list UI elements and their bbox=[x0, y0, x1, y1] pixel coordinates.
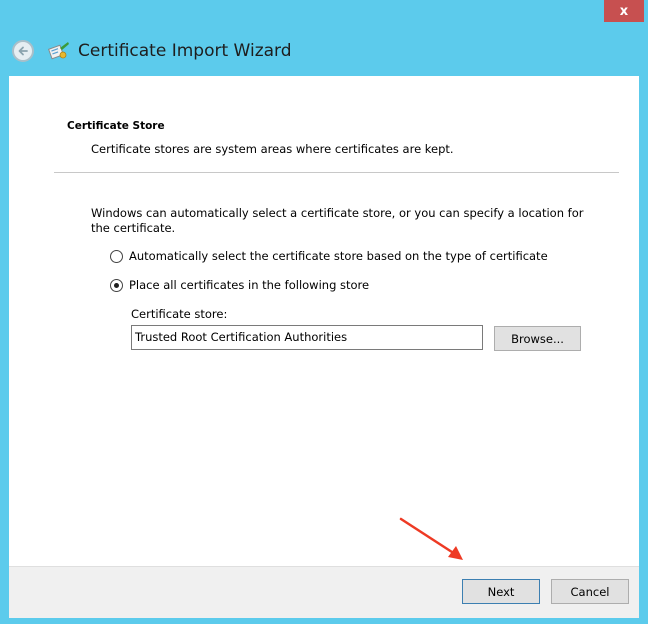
wizard-content: Certificate Store Certificate stores are… bbox=[9, 76, 639, 618]
radio-place-in-store-label: Place all certificates in the following … bbox=[129, 278, 370, 292]
radio-place-in-store[interactable]: Place all certificates in the following … bbox=[110, 278, 369, 292]
radio-button[interactable] bbox=[110, 249, 123, 263]
certificate-store-field[interactable]: Trusted Root Certification Authorities bbox=[131, 325, 483, 350]
intro-text: Windows can automatically select a certi… bbox=[91, 206, 584, 235]
browse-button[interactable]: Browse... bbox=[494, 326, 581, 351]
annotation-arrow bbox=[399, 517, 463, 560]
next-button[interactable]: Next bbox=[462, 579, 540, 604]
certificate-store-label: Certificate store: bbox=[131, 307, 228, 321]
radio-auto-select[interactable]: Automatically select the certificate sto… bbox=[110, 249, 548, 263]
wizard-footer: Next Cancel bbox=[9, 566, 639, 618]
close-button[interactable]: x bbox=[604, 0, 644, 22]
radio-button-checked[interactable] bbox=[110, 278, 123, 292]
divider bbox=[54, 172, 619, 173]
section-description: Certificate stores are system areas wher… bbox=[91, 142, 454, 156]
window-title: Certificate Import Wizard bbox=[78, 41, 292, 61]
window-frame: x Certificate Import Wizard Certificate … bbox=[0, 0, 648, 624]
section-heading: Certificate Store bbox=[67, 120, 165, 132]
back-arrow-icon bbox=[18, 46, 28, 56]
title-bar: Certificate Import Wizard bbox=[12, 36, 292, 66]
back-button[interactable] bbox=[12, 40, 34, 62]
cancel-button[interactable]: Cancel bbox=[551, 579, 629, 604]
radio-auto-select-label: Automatically select the certificate sto… bbox=[129, 249, 548, 263]
certificate-wizard-icon bbox=[48, 42, 69, 60]
